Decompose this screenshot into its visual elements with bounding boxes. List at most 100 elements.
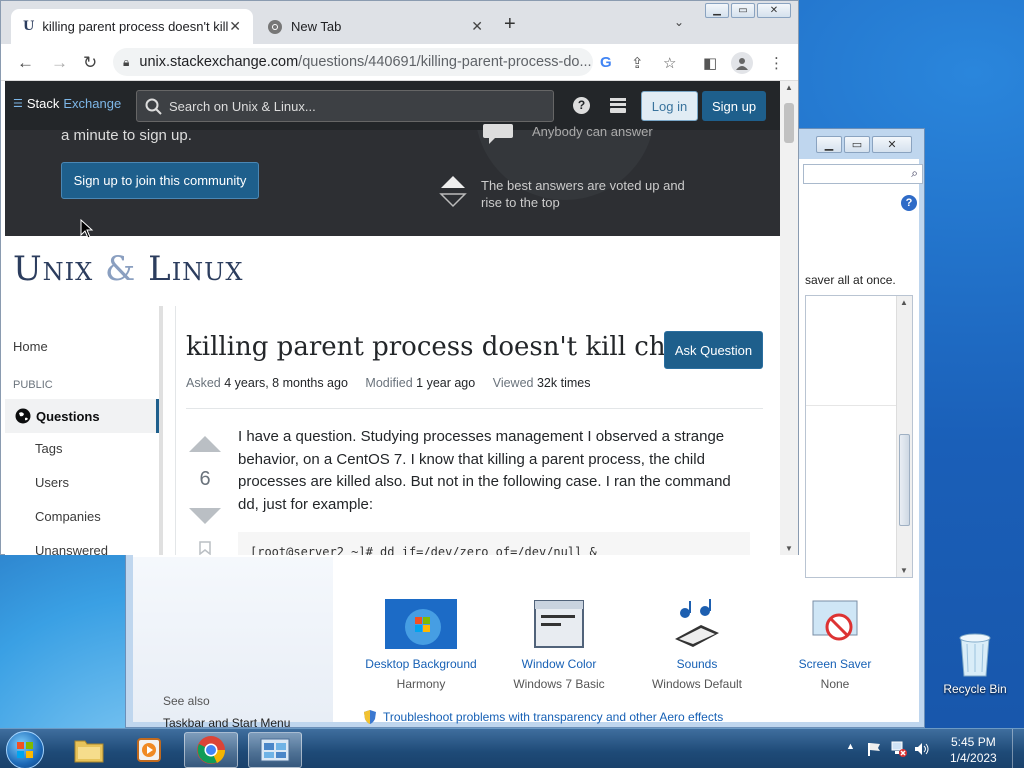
volume-icon[interactable] <box>914 741 930 757</box>
notification-area: ▲ 5:45 PM 1/4/2023 <box>842 729 1024 768</box>
nav-public-heading: PUBLIC <box>13 379 53 391</box>
taskbar-explorer[interactable] <box>62 732 116 768</box>
minimize-button[interactable]: ▁ <box>705 3 729 18</box>
left-nav-divider <box>159 306 163 555</box>
new-tab-button[interactable]: + <box>504 13 516 36</box>
question-meta: Asked 4 years, 8 months ago Modified 1 y… <box>186 376 604 390</box>
google-lens-icon[interactable]: G <box>600 54 612 71</box>
page-scrollbar[interactable]: ▲ ▼ <box>780 81 798 555</box>
logo-stack: Stack <box>26 96 60 111</box>
folder-icon <box>74 740 104 763</box>
question-title[interactable]: killing parent process doesn't kill chil… <box>186 332 699 362</box>
help-icon[interactable]: ? <box>573 97 590 114</box>
window-color-label: Window Color <box>521 657 597 671</box>
nav-home[interactable]: Home <box>13 339 48 354</box>
shield-icon <box>364 710 376 724</box>
back-arrow-icon[interactable]: ← <box>17 53 34 73</box>
nav-tags[interactable]: Tags <box>35 441 62 456</box>
window-color-item[interactable]: Window Color Windows 7 Basic <box>489 599 629 691</box>
close-tab-icon[interactable]: ✕ <box>229 18 241 35</box>
hamburger-icon[interactable]: ☰ <box>13 97 23 110</box>
sign-up-button[interactable]: Sign up <box>702 91 766 121</box>
downvote-arrow-icon[interactable] <box>188 507 222 525</box>
share-icon[interactable]: ⇪ <box>631 54 644 72</box>
taskbar-chrome[interactable] <box>184 732 238 768</box>
cp-list-scroll-thumb[interactable] <box>899 434 910 526</box>
network-disconnected-icon[interactable] <box>890 740 908 758</box>
cp-minimize-button[interactable]: ▁ <box>816 136 842 153</box>
log-in-button[interactable]: Log in <box>641 91 698 121</box>
system-clock[interactable]: 5:45 PM 1/4/2023 <box>950 734 997 766</box>
unix-linux-favicon: U <box>23 19 35 34</box>
cp-search-input[interactable]: ⌕ <box>803 164 923 184</box>
side-panel-icon[interactable]: ◧ <box>703 54 717 72</box>
ask-question-button[interactable]: Ask Question <box>664 331 763 369</box>
modified-value: 1 year ago <box>416 376 476 390</box>
asked-label: Asked <box>186 376 221 390</box>
site-name-amp: & <box>105 249 137 289</box>
stackexchange-logo[interactable]: ☰ Stack Exchange <box>13 96 121 111</box>
sounds-item[interactable]: Sounds Windows Default <box>627 599 767 691</box>
web-page: ☰ Stack Exchange Search on Unix & Linux..… <box>5 81 780 555</box>
forward-arrow-icon[interactable]: → <box>51 53 68 73</box>
chrome-icon <box>197 736 226 764</box>
tab-strip: U killing parent process doesn't kill ✕ … <box>1 1 798 44</box>
reload-icon[interactable]: ↻ <box>83 53 97 73</box>
nav-questions[interactable]: Questions <box>5 399 159 433</box>
mouse-cursor-icon <box>80 219 94 239</box>
site-name-linux: Linux <box>148 249 244 289</box>
tab-title: New Tab <box>291 19 342 34</box>
bookmark-icon[interactable] <box>199 541 211 555</box>
search-icon: ⌕ <box>911 166 918 180</box>
logo-exchange: Exchange <box>63 96 122 111</box>
chrome-favicon <box>268 19 282 34</box>
show-desktop-button[interactable] <box>1012 729 1024 768</box>
desktop-background-item[interactable]: Desktop Background Harmony <box>351 599 491 691</box>
join-community-button[interactable]: Sign up to join this community <box>61 162 259 199</box>
recycle-bin-desktop-icon[interactable]: Recycle Bin <box>940 630 1010 696</box>
site-name-unix: Unix <box>13 249 94 289</box>
unix-linux-site-logo[interactable]: Unix & Linux <box>13 249 244 289</box>
url-path: /questions/440691/killing-parent-process… <box>298 54 592 70</box>
address-bar[interactable]: 🔒︎ unix.stackexchange.com/questions/4406… <box>113 48 593 76</box>
close-tab-icon[interactable]: ✕ <box>471 18 483 35</box>
sounds-label: Sounds <box>676 657 718 671</box>
scroll-down-icon[interactable]: ▼ <box>785 544 793 553</box>
troubleshoot-aero-link[interactable]: Troubleshoot problems with transparency … <box>363 709 723 725</box>
upvote-arrow-icon[interactable] <box>188 435 222 453</box>
control-panel-icon <box>260 738 290 762</box>
maximize-button[interactable]: ▭ <box>731 3 755 18</box>
tab-search-chevron-icon[interactable]: ⌄ <box>674 15 684 29</box>
show-hidden-icons-icon[interactable]: ▲ <box>846 741 855 751</box>
nav-unanswered[interactable]: Unanswered <box>35 543 108 555</box>
taskbar-control-panel[interactable] <box>248 732 302 768</box>
page-scroll-thumb[interactable] <box>784 103 794 143</box>
action-center-flag-icon[interactable] <box>866 741 882 757</box>
close-button[interactable]: ✕ <box>757 3 791 18</box>
recycle-bin-label: Recycle Bin <box>943 682 1007 696</box>
asked-value: 4 years, 8 months ago <box>224 376 348 390</box>
speech-bubble-icon <box>483 124 513 144</box>
cp-maximize-button[interactable]: ▭ <box>844 136 870 153</box>
clock-time: 5:45 PM <box>951 735 996 749</box>
tab-unix-question[interactable]: U killing parent process doesn't kill ✕ <box>11 9 253 44</box>
hero-best-answers-text: The best answers are voted up and rise t… <box>481 178 685 210</box>
cp-theme-description: saver all at once. <box>805 273 896 287</box>
profile-avatar-icon[interactable] <box>731 52 753 74</box>
help-icon[interactable]: ? <box>901 195 917 211</box>
cp-close-button[interactable]: ✕ <box>872 136 912 153</box>
nav-companies[interactable]: Companies <box>35 509 101 524</box>
menu-kebab-icon[interactable]: ⋮ <box>769 54 784 72</box>
taskbar-media-player[interactable] <box>122 732 176 768</box>
site-search-input[interactable]: Search on Unix & Linux... <box>136 90 554 122</box>
nav-users[interactable]: Users <box>35 475 69 490</box>
bookmark-star-icon[interactable]: ☆ <box>663 54 676 72</box>
site-switcher-icon[interactable] <box>610 98 626 113</box>
tab-new-tab[interactable]: New Tab ✕ <box>255 9 495 44</box>
scroll-up-icon[interactable]: ▲ <box>785 83 793 92</box>
lock-icon: 🔒︎ <box>123 54 130 69</box>
screen-saver-item[interactable]: Screen Saver None <box>765 599 905 691</box>
cp-theme-list[interactable]: ▲ ▼ <box>805 295 913 578</box>
start-button[interactable] <box>6 731 44 768</box>
modified-label: Modified <box>365 376 413 390</box>
